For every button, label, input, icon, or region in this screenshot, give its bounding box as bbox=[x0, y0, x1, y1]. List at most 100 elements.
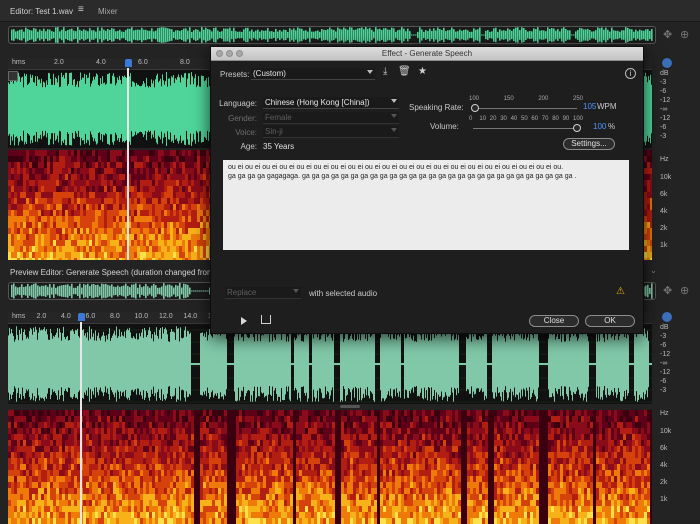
nav-settings-icon[interactable]: ⊕ bbox=[680, 28, 689, 41]
chevron-down-icon bbox=[367, 70, 373, 74]
scale-label: 2k bbox=[660, 225, 668, 232]
ruler-tick-label: 8.0 bbox=[110, 313, 120, 320]
play-preview-icon[interactable] bbox=[241, 317, 247, 325]
slider-tick-label: 90 bbox=[562, 116, 570, 122]
scale-settings-icon[interactable] bbox=[662, 58, 672, 68]
preview-collapse-icon[interactable]: ⌄ bbox=[650, 266, 657, 275]
editor-tab-bar: Editor: Test 1.wav ≡ Mixer bbox=[0, 0, 700, 22]
info-icon[interactable]: i bbox=[625, 68, 636, 79]
gender-dropdown[interactable]: Female bbox=[263, 112, 399, 124]
scale-settings-icon-bottom[interactable] bbox=[662, 312, 672, 322]
scale-label: 6k bbox=[660, 191, 668, 198]
presets-label: Presets: bbox=[220, 70, 250, 79]
chevron-down-icon bbox=[391, 114, 397, 118]
speech-text-line: ga ga ga ga gagagaga. ga ga ga ga ga ga … bbox=[228, 173, 577, 180]
ruler-tick-label: 6.0 bbox=[138, 59, 148, 66]
warning-icon[interactable]: ⚠ bbox=[616, 286, 625, 297]
amplitude-scale-bottom: dB -3 -6 -12 -∞ -12 -6 -3 Hz 10k 6k 4k 2k 1k bbox=[656, 324, 700, 524]
scale-label: 10k bbox=[660, 174, 672, 181]
volume-track[interactable] bbox=[473, 128, 577, 129]
slider-tick-label: 200 bbox=[538, 96, 549, 102]
tab-editor[interactable]: Editor: Test 1.wav bbox=[10, 7, 73, 16]
volume-slider-handle[interactable] bbox=[573, 124, 581, 132]
voice-label: Voice: bbox=[235, 128, 257, 137]
waveform-bottom[interactable] bbox=[8, 324, 652, 404]
loop-export-icon[interactable] bbox=[261, 315, 271, 324]
ruler-tick-label: hms bbox=[12, 313, 26, 320]
ruler-tick-label: 2.0 bbox=[36, 313, 47, 320]
spectrogram-bottom[interactable] bbox=[8, 410, 652, 524]
slider-tick-label: 100 bbox=[469, 96, 480, 102]
ruler-tick-label: 14.0 bbox=[183, 313, 198, 320]
replace-mode-dropdown[interactable]: Replace bbox=[225, 287, 301, 299]
playhead-line-top[interactable] bbox=[127, 68, 129, 260]
zoom-nav-icon-bottom[interactable]: ✥ bbox=[663, 284, 672, 297]
scale-label: 4k bbox=[660, 462, 668, 469]
voice-value: Sin-ji bbox=[265, 127, 283, 136]
favorite-star-icon[interactable]: ★ bbox=[418, 66, 427, 77]
scale-label: -3 bbox=[660, 333, 667, 340]
hud-toggle-icon[interactable] bbox=[8, 71, 18, 81]
playhead-line-bottom[interactable] bbox=[80, 322, 82, 524]
chevron-down-icon bbox=[391, 99, 397, 103]
scale-label: 1k bbox=[660, 242, 668, 249]
ruler-tick-label: 4.0 bbox=[96, 59, 106, 66]
ruler-tick-label: 10.0 bbox=[134, 313, 149, 320]
scale-label: 2k bbox=[660, 479, 668, 486]
overview-navigator-top[interactable] bbox=[8, 26, 656, 44]
presets-value: (Custom) bbox=[253, 69, 286, 78]
speaking-rate-scale: 100 150 200 250 bbox=[469, 96, 584, 116]
slider-tick-label: 30 bbox=[500, 116, 507, 122]
speaking-rate-value[interactable]: 105 bbox=[583, 102, 596, 111]
language-dropdown[interactable]: Chinese (Hong Kong [China]) bbox=[263, 97, 399, 109]
scale-label: 6k bbox=[660, 445, 668, 452]
settings-button[interactable]: Settings... bbox=[563, 138, 615, 150]
scale-label: -12 bbox=[660, 115, 671, 122]
nav-settings-icon-bottom[interactable]: ⊕ bbox=[680, 284, 689, 297]
scale-label: 4k bbox=[660, 208, 668, 215]
ok-button[interactable]: OK bbox=[585, 315, 635, 327]
dialog-titlebar[interactable]: Effect - Generate Speech bbox=[211, 47, 643, 61]
chevron-down-icon bbox=[293, 289, 299, 293]
generate-speech-dialog: Effect - Generate Speech Presets: (Custo… bbox=[210, 46, 644, 334]
scale-label: -∞ bbox=[660, 106, 668, 113]
delete-preset-icon[interactable]: 🗑 bbox=[398, 66, 411, 77]
scale-label: -6 bbox=[660, 88, 667, 95]
amplitude-scale-top: dB -3 -6 -12 -∞ -12 -6 -3 Hz 10k 6k 4k 2k 1k bbox=[656, 70, 700, 260]
scale-label: -6 bbox=[660, 342, 667, 349]
scale-label: -12 bbox=[660, 97, 671, 104]
speech-text-area[interactable]: ou ei ou ei ou ei ou ei ou ei ou ei ou e… bbox=[223, 160, 629, 250]
playhead-marker-bottom[interactable] bbox=[78, 313, 85, 321]
slider-tick-label: 150 bbox=[503, 96, 514, 102]
volume-value[interactable]: 100 bbox=[593, 122, 606, 131]
tab-mixer[interactable]: Mixer bbox=[98, 7, 118, 16]
scale-label: Hz bbox=[660, 156, 669, 163]
scale-label: -∞ bbox=[660, 360, 668, 367]
scale-label: -6 bbox=[660, 378, 667, 385]
scale-label: dB bbox=[660, 70, 669, 77]
slider-tick-label: 20 bbox=[489, 116, 497, 122]
slider-tick-label: 50 bbox=[521, 116, 528, 122]
volume-scale: 0 10 20 30 40 50 60 70 80 90 100 bbox=[469, 116, 584, 136]
slider-tick-label: 100 bbox=[573, 116, 584, 122]
voice-dropdown[interactable]: Sin-ji bbox=[263, 126, 399, 138]
gender-label: Gender: bbox=[228, 114, 257, 123]
ruler-tick-label: 12.0 bbox=[159, 313, 173, 320]
close-button[interactable]: Close bbox=[529, 315, 579, 327]
scale-label: -12 bbox=[660, 351, 671, 358]
presets-dropdown[interactable]: (Custom) bbox=[251, 68, 375, 80]
panel-menu-icon[interactable]: ≡ bbox=[78, 4, 84, 15]
slider-tick-label: 80 bbox=[552, 116, 559, 122]
ruler-tick-label: 4.0 bbox=[61, 313, 71, 320]
zoom-nav-icon[interactable]: ✥ bbox=[663, 28, 672, 41]
scale-label: 10k bbox=[660, 428, 672, 435]
language-value: Chinese (Hong Kong [China]) bbox=[265, 98, 370, 107]
slider-tick-label: 250 bbox=[573, 96, 584, 102]
slider-tick-label: 70 bbox=[541, 116, 549, 122]
speaking-rate-track[interactable] bbox=[473, 108, 577, 109]
scale-label: -12 bbox=[660, 369, 671, 376]
save-preset-icon[interactable]: ⤓ bbox=[383, 66, 387, 77]
panel-resize-handle[interactable] bbox=[340, 405, 360, 408]
playhead-marker-top[interactable] bbox=[125, 59, 132, 67]
speaking-rate-unit: WPM bbox=[597, 102, 617, 111]
